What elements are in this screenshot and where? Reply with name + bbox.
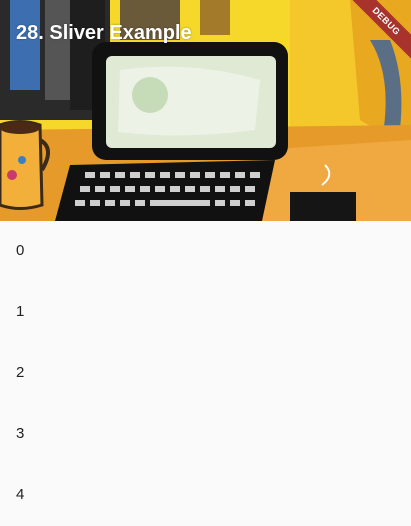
list-item-label: 1 (16, 303, 25, 320)
list-item[interactable]: 3 (0, 404, 411, 465)
list-item-label: 0 (16, 242, 25, 259)
list-item[interactable]: 4 (0, 465, 411, 526)
list-item-label: 3 (16, 425, 25, 442)
list-item[interactable]: 0 (0, 221, 411, 282)
sliver-list: 0 1 2 3 4 (0, 221, 411, 526)
list-item-label: 4 (16, 486, 25, 503)
page-title: 28. Sliver Example (16, 22, 192, 44)
sliver-app-bar: 28. Sliver Example DEBUG (0, 0, 411, 221)
list-item[interactable]: 1 (0, 282, 411, 343)
list-item-label: 2 (16, 364, 25, 381)
list-item[interactable]: 2 (0, 343, 411, 404)
